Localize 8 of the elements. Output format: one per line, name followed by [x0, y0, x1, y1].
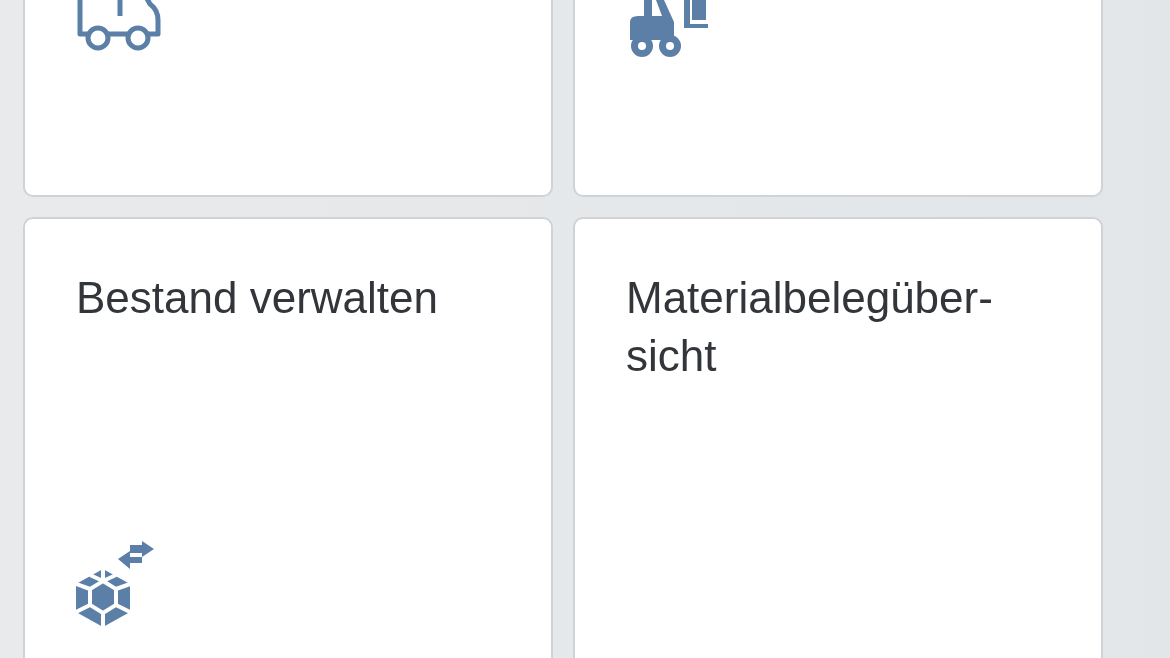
app-tile[interactable] — [573, 0, 1103, 197]
truck-icon — [76, 0, 162, 52]
box-exchange-icon — [76, 541, 156, 627]
app-tile[interactable]: Bestand verwalten — [23, 217, 553, 658]
tile-title: Bestand verwalten — [76, 272, 439, 324]
app-tile[interactable]: Materialbelegüber- sicht — [573, 217, 1103, 658]
app-tile[interactable] — [23, 0, 553, 197]
tile-title: Materialbelegüber- sicht — [626, 272, 994, 382]
